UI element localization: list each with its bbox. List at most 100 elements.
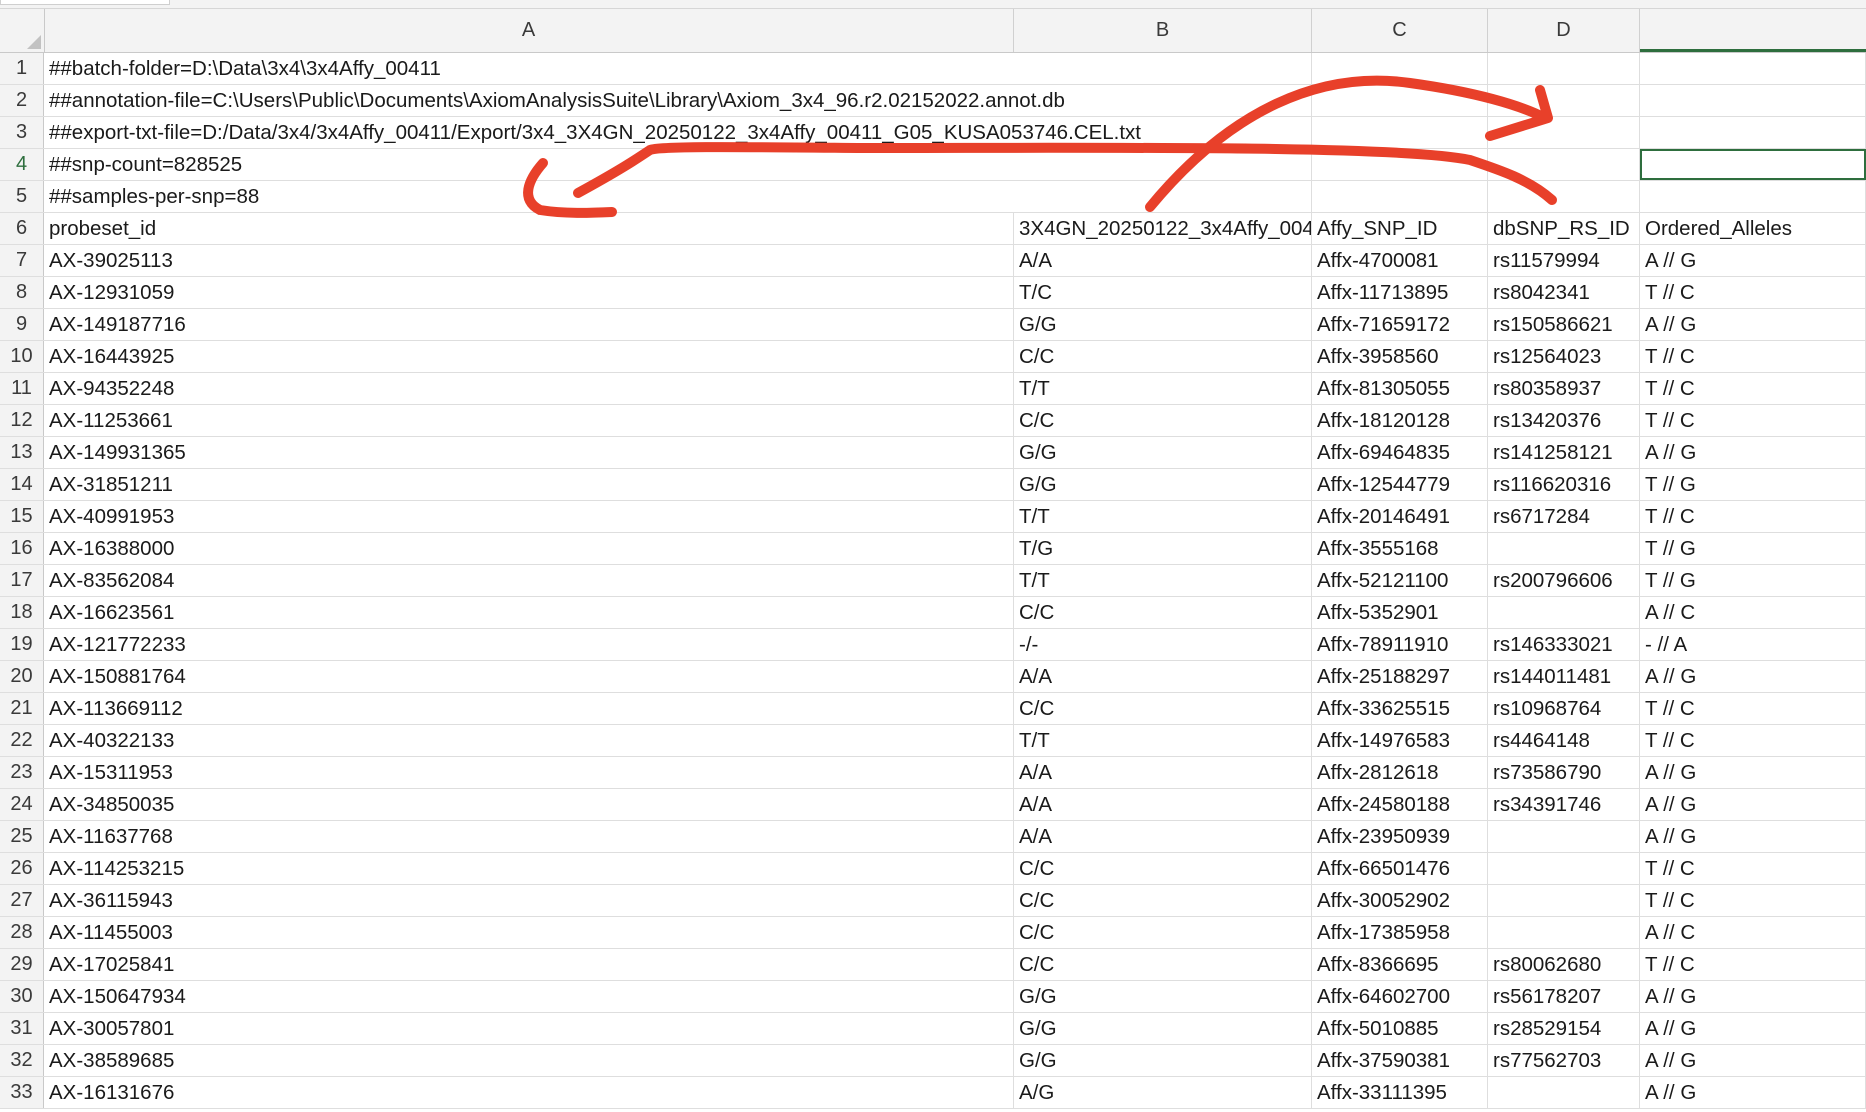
empty-cell[interactable]	[1312, 53, 1488, 84]
cell-dbsnp-rs-id[interactable]: rs28529154	[1488, 1013, 1640, 1044]
cell-probeset[interactable]: AX-83562084	[44, 565, 1014, 596]
cell-genotype[interactable]: -/-	[1014, 629, 1312, 660]
header-cell-genotype[interactable]: 3X4GN_20250122_3x4Affy_004	[1014, 213, 1312, 244]
select-all-corner[interactable]	[0, 9, 45, 52]
cell-dbsnp-rs-id[interactable]: rs141258121	[1488, 437, 1640, 468]
empty-cell[interactable]	[1014, 53, 1312, 84]
cell-affy-snp-id[interactable]: Affx-24580188	[1312, 789, 1488, 820]
cell-ordered-alleles[interactable]: T // C	[1640, 949, 1866, 980]
cell-genotype[interactable]: C/C	[1014, 885, 1312, 916]
cell-ordered-alleles[interactable]: A // G	[1640, 437, 1866, 468]
row-number[interactable]: 25	[0, 821, 44, 852]
cell-dbsnp-rs-id[interactable]	[1488, 597, 1640, 628]
cell-dbsnp-rs-id[interactable]: rs10968764	[1488, 693, 1640, 724]
row-number[interactable]: 22	[0, 725, 44, 756]
row-number[interactable]: 12	[0, 405, 44, 436]
empty-cell[interactable]	[1488, 149, 1640, 180]
toolbar-tab[interactable]	[0, 0, 170, 5]
cell-genotype[interactable]: T/T	[1014, 725, 1312, 756]
cell-ordered-alleles[interactable]: A // G	[1640, 245, 1866, 276]
cell-affy-snp-id[interactable]: Affx-2812618	[1312, 757, 1488, 788]
row-number[interactable]: 18	[0, 597, 44, 628]
cell-probeset[interactable]: AX-11455003	[44, 917, 1014, 948]
row-number[interactable]: 10	[0, 341, 44, 372]
cell-genotype[interactable]: A/A	[1014, 757, 1312, 788]
header-cell-dbsnp-rs-id[interactable]: dbSNP_RS_ID	[1488, 213, 1640, 244]
cell-genotype[interactable]: C/C	[1014, 405, 1312, 436]
column-header-c[interactable]: C	[1312, 9, 1488, 52]
cell-probeset[interactable]: AX-16443925	[44, 341, 1014, 372]
cell-ordered-alleles[interactable]: A // G	[1640, 1045, 1866, 1076]
empty-cell[interactable]	[1640, 85, 1866, 116]
cell-probeset[interactable]: AX-11637768	[44, 821, 1014, 852]
cell-ordered-alleles[interactable]: T // C	[1640, 885, 1866, 916]
cell-dbsnp-rs-id[interactable]: rs56178207	[1488, 981, 1640, 1012]
empty-cell[interactable]	[1312, 85, 1488, 116]
cell-affy-snp-id[interactable]: Affx-18120128	[1312, 405, 1488, 436]
empty-cell[interactable]	[1312, 181, 1488, 212]
column-header-d[interactable]: D	[1488, 9, 1640, 52]
row-number[interactable]: 1	[0, 53, 44, 84]
cell-genotype[interactable]: T/T	[1014, 373, 1312, 404]
cell-genotype[interactable]: A/A	[1014, 245, 1312, 276]
row-number[interactable]: 6	[0, 213, 44, 244]
cell-ordered-alleles[interactable]: A // G	[1640, 821, 1866, 852]
cell-ordered-alleles[interactable]: A // G	[1640, 1013, 1866, 1044]
cell-genotype[interactable]: G/G	[1014, 981, 1312, 1012]
empty-cell[interactable]	[1488, 181, 1640, 212]
cell-probeset[interactable]: AX-16623561	[44, 597, 1014, 628]
cell-probeset[interactable]: AX-149931365	[44, 437, 1014, 468]
empty-cell[interactable]	[1014, 149, 1312, 180]
cell-ordered-alleles[interactable]: T // C	[1640, 405, 1866, 436]
metadata-cell[interactable]: ##snp-count=828525	[44, 149, 1014, 180]
row-number[interactable]: 29	[0, 949, 44, 980]
cell-genotype[interactable]: C/C	[1014, 693, 1312, 724]
cell-ordered-alleles[interactable]: A // G	[1640, 309, 1866, 340]
cell-dbsnp-rs-id[interactable]: rs80358937	[1488, 373, 1640, 404]
cell-ordered-alleles[interactable]: T // C	[1640, 693, 1866, 724]
cell-ordered-alleles[interactable]: T // C	[1640, 725, 1866, 756]
cell-probeset[interactable]: AX-113669112	[44, 693, 1014, 724]
cell-ordered-alleles[interactable]: T // G	[1640, 565, 1866, 596]
header-cell-probeset[interactable]: probeset_id	[44, 213, 1014, 244]
empty-cell[interactable]	[1488, 53, 1640, 84]
cell-probeset[interactable]: AX-149187716	[44, 309, 1014, 340]
empty-cell[interactable]	[1640, 181, 1866, 212]
empty-cell[interactable]	[1014, 181, 1312, 212]
cell-ordered-alleles[interactable]: - // A	[1640, 629, 1866, 660]
cell-genotype[interactable]: C/C	[1014, 597, 1312, 628]
cell-dbsnp-rs-id[interactable]: rs13420376	[1488, 405, 1640, 436]
row-number[interactable]: 33	[0, 1077, 44, 1108]
cell-genotype[interactable]: G/G	[1014, 1013, 1312, 1044]
cell-dbsnp-rs-id[interactable]	[1488, 821, 1640, 852]
cell-probeset[interactable]: AX-40991953	[44, 501, 1014, 532]
cell-affy-snp-id[interactable]: Affx-12544779	[1312, 469, 1488, 500]
empty-cell[interactable]	[1640, 117, 1866, 148]
cell-ordered-alleles[interactable]: T // C	[1640, 341, 1866, 372]
cell-affy-snp-id[interactable]: Affx-25188297	[1312, 661, 1488, 692]
cell-probeset[interactable]: AX-11253661	[44, 405, 1014, 436]
cell-dbsnp-rs-id[interactable]: rs4464148	[1488, 725, 1640, 756]
cell-dbsnp-rs-id[interactable]	[1488, 917, 1640, 948]
cell-probeset[interactable]: AX-38589685	[44, 1045, 1014, 1076]
cell-affy-snp-id[interactable]: Affx-3555168	[1312, 533, 1488, 564]
cell-affy-snp-id[interactable]: Affx-69464835	[1312, 437, 1488, 468]
cell-dbsnp-rs-id[interactable]: rs144011481	[1488, 661, 1640, 692]
empty-cell[interactable]	[1640, 53, 1866, 84]
cell-genotype[interactable]: A/A	[1014, 789, 1312, 820]
header-cell-affy-snp-id[interactable]: Affy_SNP_ID	[1312, 213, 1488, 244]
cell-dbsnp-rs-id[interactable]: rs77562703	[1488, 1045, 1640, 1076]
cell-affy-snp-id[interactable]: Affx-33111395	[1312, 1077, 1488, 1108]
row-number[interactable]: 28	[0, 917, 44, 948]
cell-genotype[interactable]: C/C	[1014, 917, 1312, 948]
cell-probeset[interactable]: AX-31851211	[44, 469, 1014, 500]
row-number[interactable]: 11	[0, 373, 44, 404]
cell-ordered-alleles[interactable]: A // G	[1640, 1077, 1866, 1108]
cell-probeset[interactable]: AX-39025113	[44, 245, 1014, 276]
cell-probeset[interactable]: AX-30057801	[44, 1013, 1014, 1044]
cell-ordered-alleles[interactable]: T // C	[1640, 501, 1866, 532]
row-number[interactable]: 5	[0, 181, 44, 212]
cell-genotype[interactable]: G/G	[1014, 469, 1312, 500]
cell-probeset[interactable]: AX-12931059	[44, 277, 1014, 308]
row-number[interactable]: 15	[0, 501, 44, 532]
